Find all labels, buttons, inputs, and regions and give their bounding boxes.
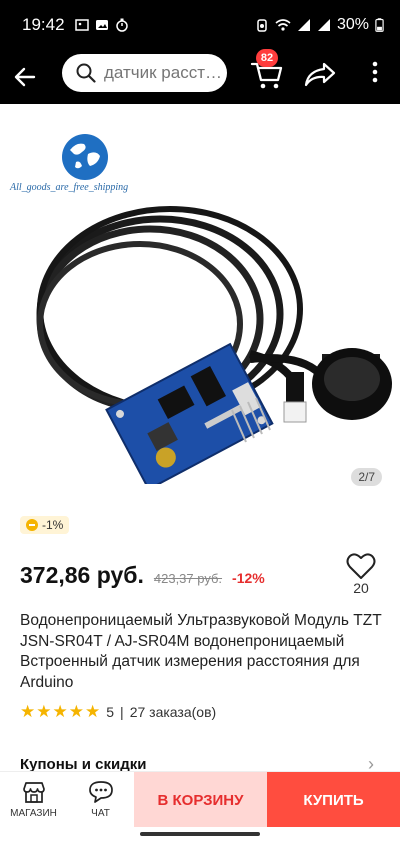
product-title: Водонепроницаемый Ультразвуковой Модуль …	[20, 612, 382, 691]
star-icon: ★	[20, 702, 36, 721]
status-time: 19:42	[22, 15, 65, 34]
chat-tab[interactable]: ЧАТ	[67, 772, 134, 827]
arrow-left-icon	[14, 67, 36, 87]
chat-tab-label: ЧАТ	[91, 808, 110, 819]
search-bar[interactable]	[62, 54, 227, 92]
battery-percent: 30%	[336, 16, 369, 33]
add-to-cart-button[interactable]: В КОРЗИНУ	[134, 772, 267, 828]
more-options-button[interactable]	[360, 56, 390, 96]
timer-icon	[115, 18, 128, 32]
chat-icon	[88, 781, 113, 803]
star-icon: ★	[68, 702, 84, 721]
alarm-icon	[257, 19, 267, 32]
rating-row[interactable]: ★ ★ ★ ★ ★ 5 | 27 заказа(ов)	[20, 703, 216, 720]
price-row: 372,86 руб. 423,37 руб. -12%	[20, 562, 265, 589]
store-icon	[22, 782, 45, 803]
product-image-carousel[interactable]: All_goods_are_free_shipping 2/7	[0, 104, 400, 500]
search-icon	[76, 63, 96, 83]
home-indicator[interactable]	[140, 832, 260, 836]
old-price: 423,37 руб.	[153, 571, 223, 586]
bottom-action-bar: МАГАЗИН ЧАТ В КОРЗИНУ КУПИТЬ	[0, 771, 400, 828]
image-icon	[74, 19, 89, 31]
coin-discount-value: -1%	[42, 518, 64, 532]
photo-icon	[95, 20, 108, 30]
rating-stars: ★ ★ ★ ★ ★	[20, 703, 100, 720]
globe-logo	[62, 134, 108, 180]
coin-discount-chip: -1%	[20, 516, 70, 534]
store-tab-label: МАГАЗИН	[10, 808, 57, 819]
wifi-icon	[275, 19, 291, 31]
image-page-indicator: 2/7	[351, 468, 382, 486]
more-vertical-icon	[372, 61, 378, 83]
system-navigation-bar	[0, 827, 400, 844]
star-icon: ★	[52, 702, 68, 721]
product-photo	[36, 206, 392, 484]
back-button[interactable]	[0, 50, 50, 104]
cart-count-badge: 82	[256, 49, 278, 67]
battery-icon	[375, 18, 384, 32]
star-icon: ★	[36, 702, 52, 721]
discount-percent: -12%	[232, 570, 265, 586]
signal-icon	[297, 19, 310, 31]
rating-value: 5	[106, 703, 115, 720]
rating-separator: |	[120, 703, 124, 720]
top-navigation: 82	[0, 49, 400, 104]
search-input[interactable]	[104, 63, 224, 83]
orders-count: 27 заказа(ов)	[129, 703, 217, 720]
buy-now-button[interactable]: КУПИТЬ	[267, 772, 400, 828]
current-price: 372,86 руб.	[20, 562, 144, 588]
star-icon: ★	[85, 702, 101, 721]
status-bar: 19:42 30%	[0, 0, 400, 50]
signal-icon	[317, 19, 330, 31]
share-icon[interactable]	[300, 54, 340, 94]
store-tab[interactable]: МАГАЗИН	[0, 772, 67, 827]
heart-icon[interactable]	[346, 552, 376, 580]
coin-icon	[26, 519, 38, 531]
wishlist-count: 20	[353, 580, 369, 596]
